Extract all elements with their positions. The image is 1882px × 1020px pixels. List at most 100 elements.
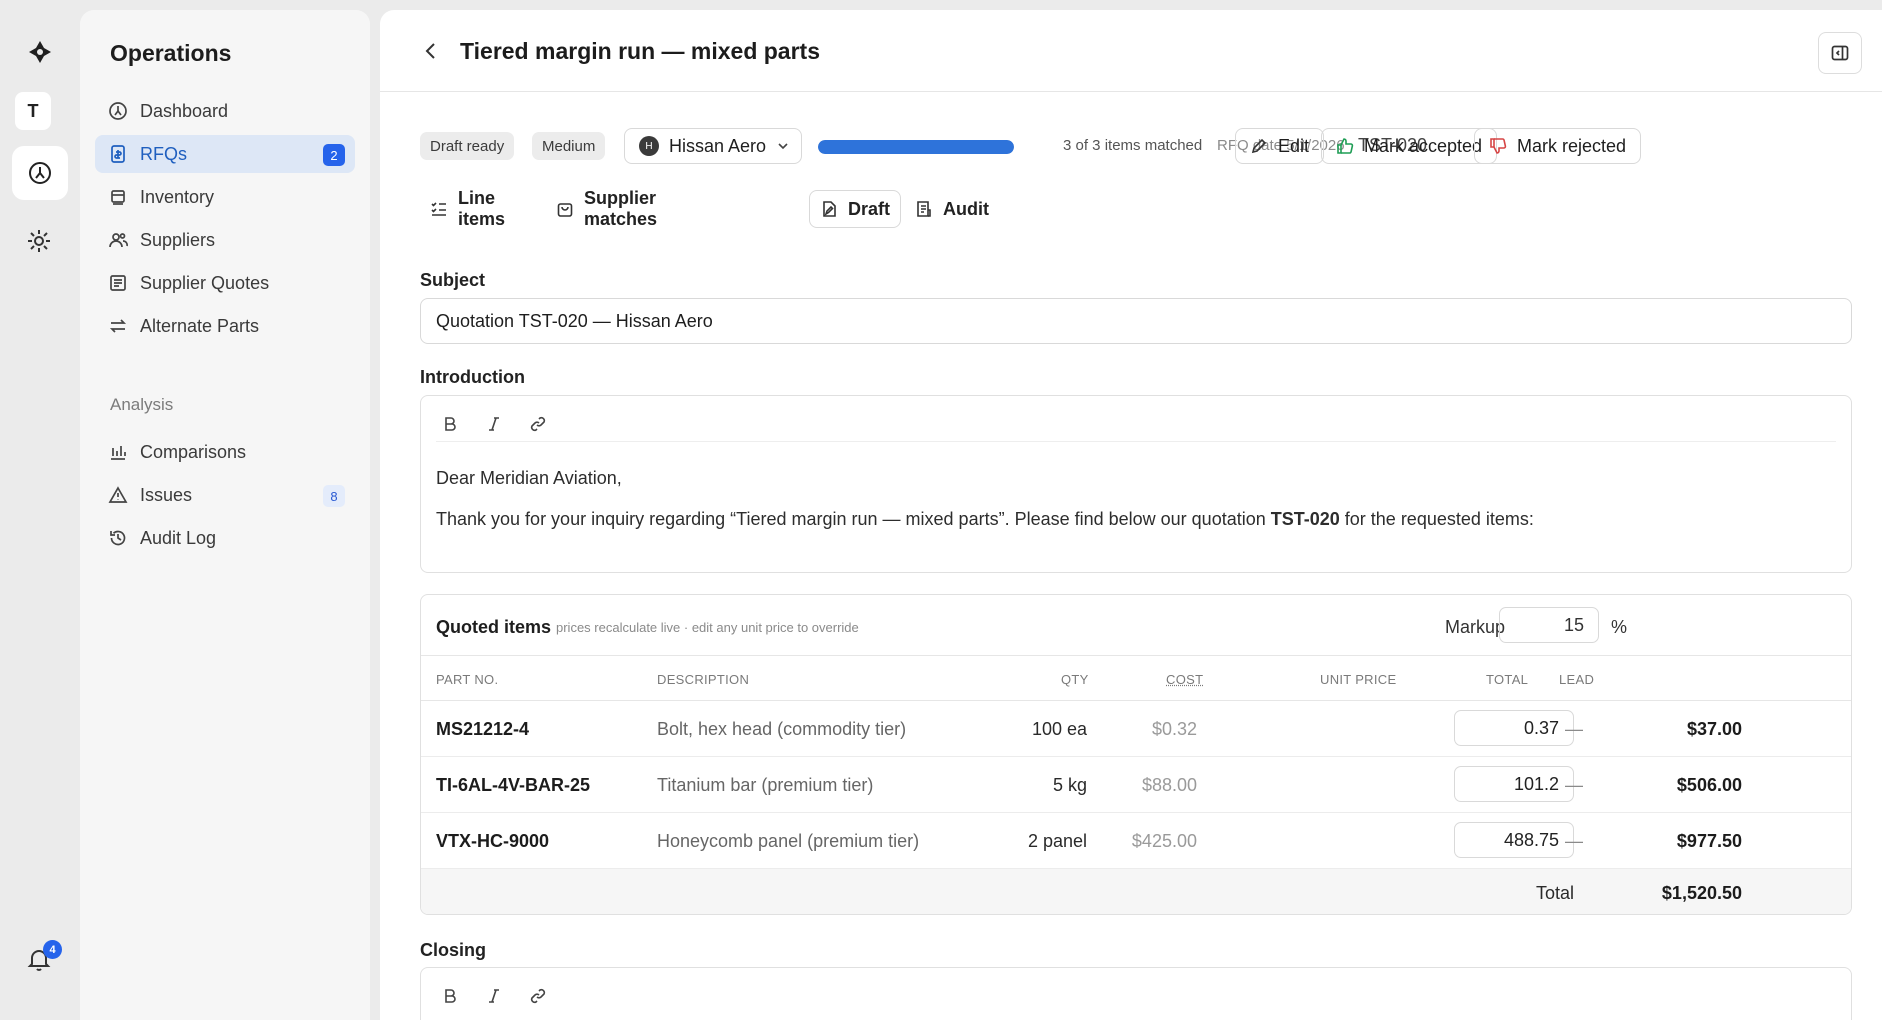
inventory-icon [107,186,129,208]
col-cost[interactable]: COST [1166,672,1203,687]
workspace-avatar[interactable]: T [15,92,51,130]
matched-count: 3 of 3 items matched [1063,137,1203,154]
alternate-parts-icon [107,315,129,337]
operations-nav-button[interactable] [12,146,68,200]
pencil-icon [1250,137,1278,155]
settings-gear-icon[interactable] [26,228,54,256]
col-lead[interactable]: LEAD [1559,672,1594,687]
intro-body: Thank you for your inquiry regarding “Ti… [436,509,1534,530]
italic-button[interactable] [480,410,508,438]
suppliers-icon [107,229,129,251]
link-icon [529,415,547,433]
tab-draft[interactable]: Draft [809,190,902,228]
rfq-icon [107,143,129,165]
mark-rejected-button[interactable]: Mark rejected [1474,128,1642,164]
priority-badge: Medium [532,132,606,160]
mark-accepted-button[interactable]: Mark accepted [1321,128,1498,164]
unit-price-input[interactable]: 488.75 [1454,822,1574,858]
italic-button[interactable] [480,982,508,1010]
row-qty: 100 ea [1031,719,1087,739]
sidebar-item-label: Supplier Quotes [140,272,270,293]
sidebar-item-inventory[interactable]: Inventory [95,178,355,216]
quoted-items-panel: Quoted items prices recalculate live · e… [420,594,1852,915]
warning-icon [107,484,129,506]
row-description: Honeycomb panel (premium tier) [657,831,920,851]
row-qty: 2 panel [1027,831,1087,851]
tab-audit[interactable]: Audit [905,190,999,228]
thumbs-up-icon [1336,137,1364,155]
markup-input[interactable]: 15 [1499,607,1599,643]
col-total[interactable]: TOTAL [1486,672,1528,687]
col-part[interactable]: PART NO. [436,672,498,687]
tab-label: Line items [458,188,506,229]
mark-rejected-label: Mark rejected [1517,135,1627,156]
bold-button[interactable] [436,410,464,438]
link-button[interactable] [524,410,552,438]
intro-body-text-end: for the requested items: [1339,509,1534,529]
back-chevron-icon[interactable] [420,40,442,62]
mark-accepted-label: Mark accepted [1364,135,1483,156]
sidebar-item-label: RFQs [140,143,187,164]
row-lead: — [1565,775,1583,795]
row-qty: 5 kg [1052,775,1087,795]
row-cost: $0.32 [1151,719,1197,739]
closing-label: Closing [420,940,486,960]
col-description[interactable]: DESCRIPTION [657,672,749,687]
table-row: MS21212-4 Bolt, hex head (commodity tier… [421,701,1851,757]
tab-label: Audit [943,198,989,219]
closing-editor[interactable] [420,967,1852,1020]
intro-greeting: Dear Meridian Aviation, [436,468,622,488]
tab-supplier-matches[interactable]: Supplier matches [546,188,667,229]
row-cost: $88.00 [1141,775,1197,795]
status-badge: Draft ready [420,132,515,160]
row-lead: — [1565,719,1583,739]
bold-icon [441,415,459,433]
sidebar-item-comparisons[interactable]: Comparisons [95,433,355,471]
italic-icon [485,987,503,1005]
unit-price-input[interactable]: 0.37 [1454,710,1574,746]
row-description: Titanium bar (premium tier) [657,775,874,795]
app-logo-icon[interactable] [26,38,54,66]
row-part: MS21212-4 [436,719,530,739]
subject-input[interactable]: Quotation TST-020 — Hissan Aero [420,298,1852,344]
sidebar-item-suppliers[interactable]: Suppliers [95,221,355,259]
row-cost: $425.00 [1131,831,1197,851]
bold-button[interactable] [436,982,464,1010]
sidebar-item-alternate-parts[interactable]: Alternate Parts [95,307,355,345]
receipt-icon [915,200,943,218]
notifications-badge: 4 [43,940,62,959]
document-edit-icon [820,200,848,218]
supplier-quotes-icon [107,272,129,294]
supplier-select[interactable]: H Hissan Aero [624,128,802,164]
sidebar-item-supplier-quotes[interactable]: Supplier Quotes [95,264,355,302]
table-total-row: Total $1,520.50 [421,869,1851,914]
row-total: $37.00 [1686,719,1742,739]
col-unit-price[interactable]: UNIT PRICE [1320,672,1396,687]
toggle-panel-button[interactable] [1818,32,1862,74]
sidebar-item-issues[interactable]: Issues 8 [95,476,355,514]
col-qty[interactable]: QTY [1061,672,1089,687]
link-button[interactable] [524,982,552,1010]
sidebar-item-rfqs[interactable]: RFQs 2 [95,135,355,173]
gauge-icon [27,160,53,186]
markup-unit: % [1611,617,1628,637]
sidebar-item-label: Issues [140,484,193,505]
row-description: Bolt, hex head (commodity tier) [657,719,907,739]
subject-label: Subject [420,270,486,290]
quoted-items-hint: prices recalculate live · edit any unit … [556,620,859,635]
bold-icon [441,987,459,1005]
sidebar-item-dashboard[interactable]: Dashboard [95,92,355,130]
unit-price-input[interactable]: 101.2 [1454,766,1574,802]
introduction-editor[interactable]: Dear Meridian Aviation, Thank you for yo… [420,395,1852,573]
sidebar-section-analysis: Analysis [110,395,174,414]
tab-line-items[interactable]: Line items [420,188,515,229]
sidebar-item-label: Inventory [140,186,215,207]
thumbs-down-icon [1489,137,1517,155]
edit-button[interactable]: Edit [1235,128,1325,164]
table-row: TI-6AL-4V-BAR-25 Titanium bar (premium t… [421,757,1851,813]
row-part: VTX-HC-9000 [436,831,550,851]
sidebar-item-audit-log[interactable]: Audit Log [95,519,355,557]
edit-button-label: Edit [1278,135,1310,156]
quoted-items-title: Quoted items [436,617,552,637]
shopping-bag-icon [556,200,584,218]
